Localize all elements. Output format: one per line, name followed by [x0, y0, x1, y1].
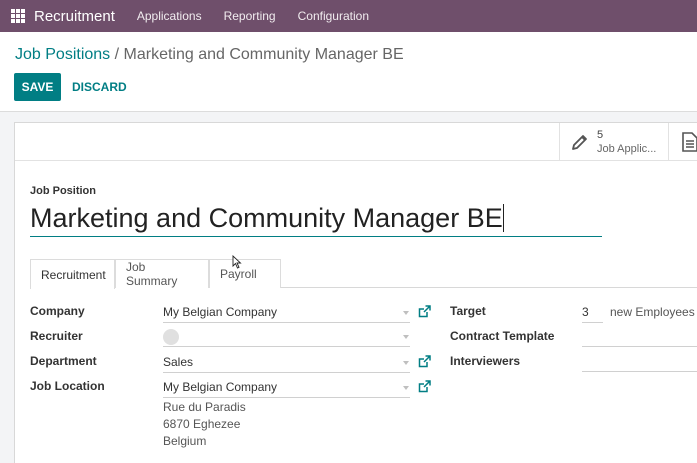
interviewers-label: Interviewers: [450, 354, 521, 368]
recruiter-field[interactable]: [163, 327, 410, 347]
chevron-down-icon[interactable]: [403, 361, 409, 365]
chevron-down-icon[interactable]: [403, 335, 409, 339]
tab-recruitment[interactable]: Recruitment: [30, 259, 115, 289]
job-applications-count: 5: [597, 129, 604, 141]
address-line-street: Rue du Paradis: [163, 400, 246, 414]
breadcrumb-current: Marketing and Community Manager BE: [123, 46, 404, 63]
text-cursor: [502, 204, 504, 232]
apps-menu-icon[interactable]: [11, 9, 25, 23]
top-navbar: Recruitment Applications Reporting Confi…: [0, 0, 697, 32]
target-unit: new Employees: [610, 305, 695, 319]
department-field[interactable]: Sales: [163, 353, 410, 373]
interviewers-field[interactable]: [582, 352, 697, 372]
job-location-value: My Belgian Company: [163, 380, 278, 394]
app-name[interactable]: Recruitment: [34, 8, 115, 25]
job-location-field[interactable]: My Belgian Company: [163, 378, 410, 398]
company-value: My Belgian Company: [163, 305, 278, 319]
external-link-icon[interactable]: [418, 380, 431, 393]
target-label: Target: [450, 304, 486, 318]
contract-template-field[interactable]: [582, 327, 697, 347]
job-position-label: Job Position: [30, 185, 96, 197]
tab-payroll[interactable]: Payroll: [209, 259, 281, 288]
external-link-icon[interactable]: [418, 305, 431, 318]
job-location-label: Job Location: [30, 379, 105, 393]
chevron-down-icon[interactable]: [403, 311, 409, 315]
breadcrumb-separator: /: [110, 46, 124, 63]
job-position-name-value: Marketing and Community Manager BE: [30, 203, 503, 233]
smart-button-box: 5 Job Applic...: [15, 123, 697, 161]
external-link-icon[interactable]: [418, 355, 431, 368]
control-panel: Job Positions / Marketing and Community …: [0, 32, 697, 112]
avatar: [163, 329, 179, 345]
job-applications-button[interactable]: 5 Job Applic...: [559, 123, 669, 161]
form-sheet: 5 Job Applic... Job Position Marketing a…: [14, 122, 697, 463]
pencil-icon: [572, 135, 587, 150]
job-position-name-input[interactable]: Marketing and Community Manager BE: [30, 199, 602, 237]
company-field[interactable]: My Belgian Company: [163, 303, 410, 323]
save-button[interactable]: SAVE: [14, 73, 61, 101]
breadcrumb: Job Positions / Marketing and Community …: [15, 46, 404, 64]
contract-template-label: Contract Template: [450, 329, 555, 343]
menu-reporting[interactable]: Reporting: [224, 9, 276, 23]
target-field[interactable]: 3: [582, 303, 603, 323]
tab-job-summary[interactable]: Job Summary: [115, 259, 209, 288]
department-value: Sales: [163, 355, 194, 369]
menu-applications[interactable]: Applications: [137, 9, 202, 23]
address-line-country: Belgium: [163, 434, 207, 448]
notebook-tabs: Recruitment Job Summary Payroll: [30, 259, 697, 289]
department-label: Department: [30, 354, 97, 368]
company-label: Company: [30, 304, 85, 318]
documents-button[interactable]: [669, 123, 697, 161]
address-line-city: 6870 Eghezee: [163, 417, 241, 431]
document-icon: [682, 132, 697, 152]
breadcrumb-parent[interactable]: Job Positions: [15, 46, 110, 63]
menu-configuration[interactable]: Configuration: [298, 9, 369, 23]
mouse-pointer-icon: [232, 255, 242, 269]
discard-button[interactable]: DISCARD: [66, 73, 133, 101]
chevron-down-icon[interactable]: [403, 386, 409, 390]
job-applications-label: Job Applic...: [597, 143, 657, 155]
target-value: 3: [582, 305, 589, 319]
recruiter-label: Recruiter: [30, 329, 83, 343]
